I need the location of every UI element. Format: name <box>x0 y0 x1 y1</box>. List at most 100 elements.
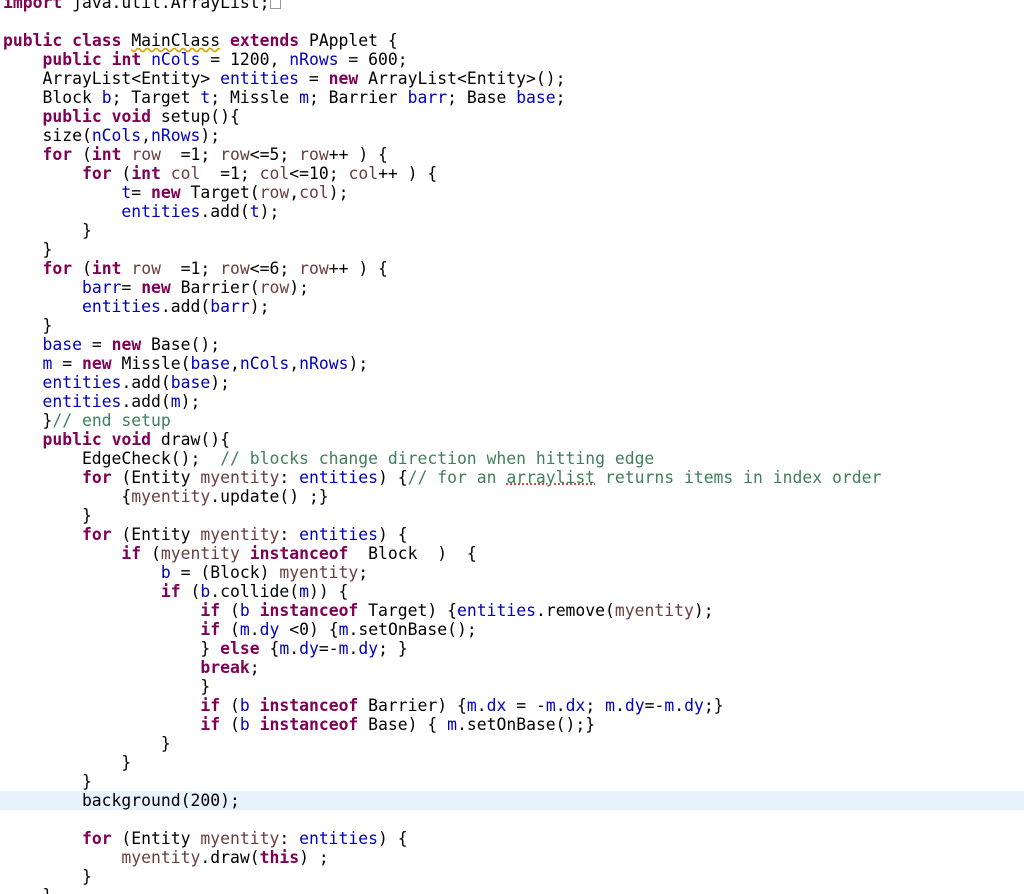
keyword-token: void <box>111 430 152 449</box>
code-token: . <box>249 620 260 639</box>
comment-token: arraylist <box>506 468 596 487</box>
code-token: m <box>338 620 349 639</box>
code-line[interactable]: size(nCols,nRows); <box>0 126 1024 145</box>
code-line[interactable]: } <box>0 886 1024 894</box>
code-line[interactable]: Block b; Target t; Missle m; Barrier bar… <box>0 88 1024 107</box>
code-line[interactable]: } <box>0 316 1024 335</box>
code-line[interactable]: } <box>0 677 1024 696</box>
keyword-token: import <box>3 0 63 12</box>
code-token: ( <box>72 145 92 164</box>
keyword-token: int <box>91 145 122 164</box>
code-line[interactable]: for (Entity myentity: entities) { <box>0 829 1024 848</box>
code-line[interactable]: ArrayList<Entity> entities = new ArrayLi… <box>0 69 1024 88</box>
code-line[interactable]: } <box>0 506 1024 525</box>
code-token: } <box>3 867 92 886</box>
code-token: Missle( <box>111 354 191 373</box>
code-line[interactable]: break; <box>0 658 1024 677</box>
code-line[interactable]: public int nCols = 1200, nRows = 600; <box>0 50 1024 69</box>
code-line[interactable]: public class MainClass extends PApplet { <box>0 31 1024 50</box>
code-line[interactable] <box>0 12 1024 31</box>
code-token: background(200); <box>3 791 240 810</box>
code-token: ( <box>220 696 240 715</box>
code-token: dy <box>299 639 319 658</box>
code-line[interactable]: t= new Target(row,col); <box>0 183 1024 202</box>
keyword-token: for <box>81 525 112 544</box>
code-line[interactable]: } <box>0 221 1024 240</box>
code-line[interactable]: for (Entity myentity: entities) { <box>0 525 1024 544</box>
code-token: ( <box>220 620 240 639</box>
code-token: m <box>299 88 309 107</box>
code-line[interactable]: m = new Missle(base,nCols,nRows); <box>0 354 1024 373</box>
code-token: t <box>249 202 260 221</box>
code-token: m <box>664 696 675 715</box>
code-token: )) { <box>308 582 349 601</box>
code-token: } <box>3 240 53 259</box>
collapsed-block-icon[interactable] <box>270 0 282 9</box>
code-line[interactable]: if (b.collide(m)) { <box>0 582 1024 601</box>
code-token: ( <box>141 544 161 563</box>
code-line[interactable]: if (m.dy <0) {m.setOnBase(); <box>0 620 1024 639</box>
current-code-line[interactable]: background(200); <box>0 791 1024 810</box>
code-line[interactable]: base = new Base(); <box>0 335 1024 354</box>
code-line[interactable]: barr= new Barrier(row); <box>0 278 1024 297</box>
code-token: ); <box>289 278 309 297</box>
code-token: ( <box>111 164 132 183</box>
code-token: : <box>279 525 300 544</box>
keyword-token: new <box>328 69 359 88</box>
code-token: dy <box>259 620 280 639</box>
code-token: : <box>279 829 300 848</box>
code-line[interactable]: } else {m.dy=-m.dy; } <box>0 639 1024 658</box>
code-editor[interactable]: import java.util.ArrayList; public class … <box>0 0 1024 894</box>
code-line[interactable]: entities.add(t); <box>0 202 1024 221</box>
code-line[interactable]: for (int row =1; row<=5; row++ ) { <box>0 145 1024 164</box>
code-line[interactable]: } <box>0 772 1024 791</box>
code-token: base <box>170 373 211 392</box>
keyword-token: new <box>111 335 142 354</box>
code-line[interactable]: for (int col =1; col<=10; col++ ) { <box>0 164 1024 183</box>
code-line[interactable]: entities.add(m); <box>0 392 1024 411</box>
code-line[interactable]: if (b instanceof Target) {entities.remov… <box>0 601 1024 620</box>
code-line[interactable] <box>0 810 1024 829</box>
code-line[interactable]: if (b instanceof Barrier) {m.dx = -m.dx;… <box>0 696 1024 715</box>
code-token: , <box>289 354 300 373</box>
code-line[interactable]: if (myentity instanceof Block ) { <box>0 544 1024 563</box>
code-token: : <box>279 468 300 487</box>
code-line[interactable]: public void draw(){ <box>0 430 1024 449</box>
comment-token: // for an <box>407 468 507 487</box>
code-token: =- <box>644 696 665 715</box>
code-line[interactable]: entities.add(base); <box>0 373 1024 392</box>
code-token: entities <box>299 525 379 544</box>
code-line[interactable]: for (Entity myentity: entities) {// for … <box>0 468 1024 487</box>
code-line[interactable]: }// end setup <box>0 411 1024 430</box>
code-token: base <box>42 335 82 354</box>
code-line[interactable]: b = (Block) myentity; <box>0 563 1024 582</box>
code-token: ; } <box>378 639 408 658</box>
code-line[interactable]: if (b instanceof Base) { m.setOnBase();} <box>0 715 1024 734</box>
keyword-token: public <box>42 430 102 449</box>
code-line[interactable]: for (int row =1; row<=6; row++ ) { <box>0 259 1024 278</box>
code-line[interactable]: } <box>0 240 1024 259</box>
code-line[interactable]: EdgeCheck(); // blocks change direction … <box>0 449 1024 468</box>
code-token: ArrayList<Entity>(); <box>358 69 566 88</box>
code-line[interactable]: entities.add(barr); <box>0 297 1024 316</box>
code-line[interactable]: } <box>0 734 1024 753</box>
code-line[interactable]: import java.util.ArrayList; <box>0 0 1024 12</box>
code-line[interactable]: {myentity.update() ;} <box>0 487 1024 506</box>
code-token: m <box>42 354 53 373</box>
code-line[interactable]: public void setup(){ <box>0 107 1024 126</box>
code-token: . <box>289 639 300 658</box>
code-line[interactable]: } <box>0 753 1024 772</box>
code-line[interactable]: } <box>0 867 1024 886</box>
code-line[interactable]: myentity.draw(this) ; <box>0 848 1024 867</box>
